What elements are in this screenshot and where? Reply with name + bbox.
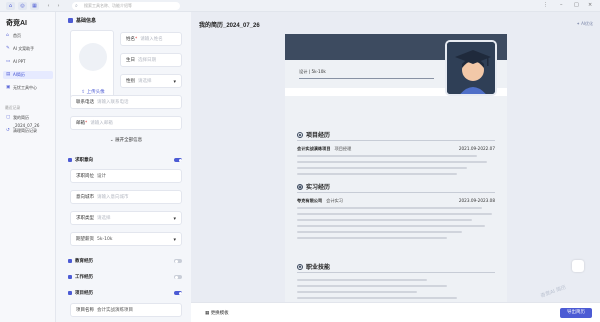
gender-select[interactable]: 性别 请选择 ▾: [120, 74, 182, 88]
sidebar-item-ai-copywriter[interactable]: ✎ AI 文案助手: [3, 45, 53, 53]
brand-logo: 奇竞AI: [6, 20, 27, 27]
search-icon: ⌕: [75, 3, 78, 9]
sidebar-item-home[interactable]: ⌂ 首页: [3, 32, 53, 40]
project-name-field[interactable]: 项目名称 会计实战演练项目: [70, 303, 182, 317]
work-toggle[interactable]: [174, 275, 182, 279]
top-bar: ⌂ ◎ ▦ ‹ › ⌕ 搜索工具名称、功能介绍等 ⋮ – □ ×: [0, 0, 600, 12]
sidebar: 奇竞AI ⌂ 首页 ✎ AI 文案助手 ▭ AI PPT ▤ AI简历 ▣ 无忧工具中心 …: [0, 12, 56, 322]
resume-icon: ▤: [6, 72, 11, 77]
clear-icon: ↺: [6, 128, 10, 133]
resume-section-internship: ▣ 实习经历: [297, 183, 331, 191]
resume-document[interactable]: 设计 | 5k-10k ◆ 项目经历 会计实战演练项目 项目经理 2021.09-2…: [285, 34, 507, 314]
home-icon: ⌂: [6, 33, 9, 38]
basic-info-title: 基础信息: [68, 17, 96, 24]
slides-icon: ▭: [6, 59, 11, 64]
project-entry: 会计实战演练项目 项目经理 2021.09-2022.07: [297, 146, 495, 151]
job-type-select[interactable]: 求职类型 请选择 ▾: [70, 211, 182, 225]
sidebar-item-ai-ppt[interactable]: ▭ AI PPT: [3, 58, 53, 66]
toolbox-icon: ▣: [6, 85, 11, 90]
dropdown-arrow-icon: ▾: [173, 216, 176, 222]
history-item-resume[interactable]: ▢ 我的简历_2024_07_26: [3, 114, 53, 128]
project-toggle[interactable]: [174, 291, 182, 295]
sidebar-item-ai-resume[interactable]: ▤ AI简历: [3, 71, 53, 79]
dropdown-arrow-icon: ▾: [173, 79, 176, 85]
export-resume-button[interactable]: 导出简历: [560, 308, 592, 318]
resume-avatar: [445, 40, 497, 96]
resume-body: [285, 96, 507, 314]
pen-icon: ✎: [6, 46, 10, 51]
back-icon[interactable]: ‹: [44, 2, 53, 10]
resume-preview-area: 我的简历_2024_07_26 ✦ AI优化 设计 | 5k-10k ◆ 项目经历…: [191, 12, 600, 322]
maximize-icon[interactable]: □: [574, 2, 579, 8]
name-field[interactable]: 姓名* 请输入姓名: [120, 32, 182, 46]
history-item-clear[interactable]: ↺ 清理简历记录: [3, 127, 53, 135]
resume-section-project: ◆ 项目经历: [297, 131, 331, 139]
avatar-upload[interactable]: ⇪ 上传头像: [70, 30, 114, 100]
search-input[interactable]: ⌕ 搜索工具名称、功能介绍等: [72, 2, 180, 10]
page-title: 我的简历_2024_07_26: [199, 23, 260, 29]
close-icon[interactable]: ×: [588, 2, 592, 8]
resume-job-hint: 设计 | 5k-10k: [299, 69, 326, 74]
compass-icon[interactable]: ◎: [18, 2, 27, 10]
sidebar-item-tool-center[interactable]: ▣ 无忧工具中心: [3, 84, 53, 92]
briefcase-icon: ▣: [297, 183, 303, 190]
phone-field[interactable]: 联系电话 请输入联系电话: [70, 95, 182, 109]
birthday-field[interactable]: 生日 选择日期: [120, 53, 182, 67]
minimize-icon[interactable]: –: [560, 2, 563, 8]
section-marker-icon: [68, 18, 73, 23]
city-field[interactable]: 意向城市 请输入意向城市: [70, 190, 182, 204]
resume-section-skills: ✱ 职业技能: [297, 263, 331, 271]
work-title: 工作经历: [68, 274, 93, 280]
more-icon[interactable]: ⋮: [543, 2, 548, 8]
change-template-button[interactable]: ▦ 更换模板: [205, 310, 229, 316]
ai-optimize-link[interactable]: ✦ AI优化: [576, 21, 593, 27]
job-intent-toggle[interactable]: [174, 158, 182, 162]
project-title: 项目经历: [68, 290, 93, 296]
project-icon: ◆: [297, 131, 303, 138]
graduate-avatar-icon: [447, 42, 495, 94]
bottom-toolbar: ▦ 更换模板 导出简历: [191, 302, 600, 322]
email-field[interactable]: 邮箱* 请输入邮箱: [70, 116, 182, 130]
forward-icon[interactable]: ›: [54, 2, 63, 10]
history-section-label: 最近记录: [5, 105, 21, 110]
internship-entry: 夸克有限公司 会计实习 2023.09-2023.08: [297, 198, 495, 203]
position-field[interactable]: 求职岗位 设计: [70, 169, 182, 183]
job-intent-title: 求职意向: [68, 157, 93, 163]
app-float-icon[interactable]: [572, 260, 584, 272]
resume-form: 基础信息 ⇪ 上传头像 姓名* 请输入姓名 生日 选择日期 性别 请选择 ▾ 联系电话…: [60, 12, 189, 322]
education-title: 教育经历: [68, 258, 93, 264]
education-toggle[interactable]: [174, 259, 182, 263]
home-icon[interactable]: ⌂: [6, 2, 15, 10]
dropdown-arrow-icon: ▾: [173, 237, 176, 243]
document-icon: ▢: [6, 115, 11, 120]
skills-icon: ✱: [297, 263, 303, 270]
salary-select[interactable]: 期望薪资 5k-10k ▾: [70, 232, 182, 246]
avatar-placeholder-icon: [79, 43, 107, 71]
grid-icon[interactable]: ▦: [30, 2, 39, 10]
expand-all-button[interactable]: ⌄ 展开全部信息: [70, 137, 182, 143]
